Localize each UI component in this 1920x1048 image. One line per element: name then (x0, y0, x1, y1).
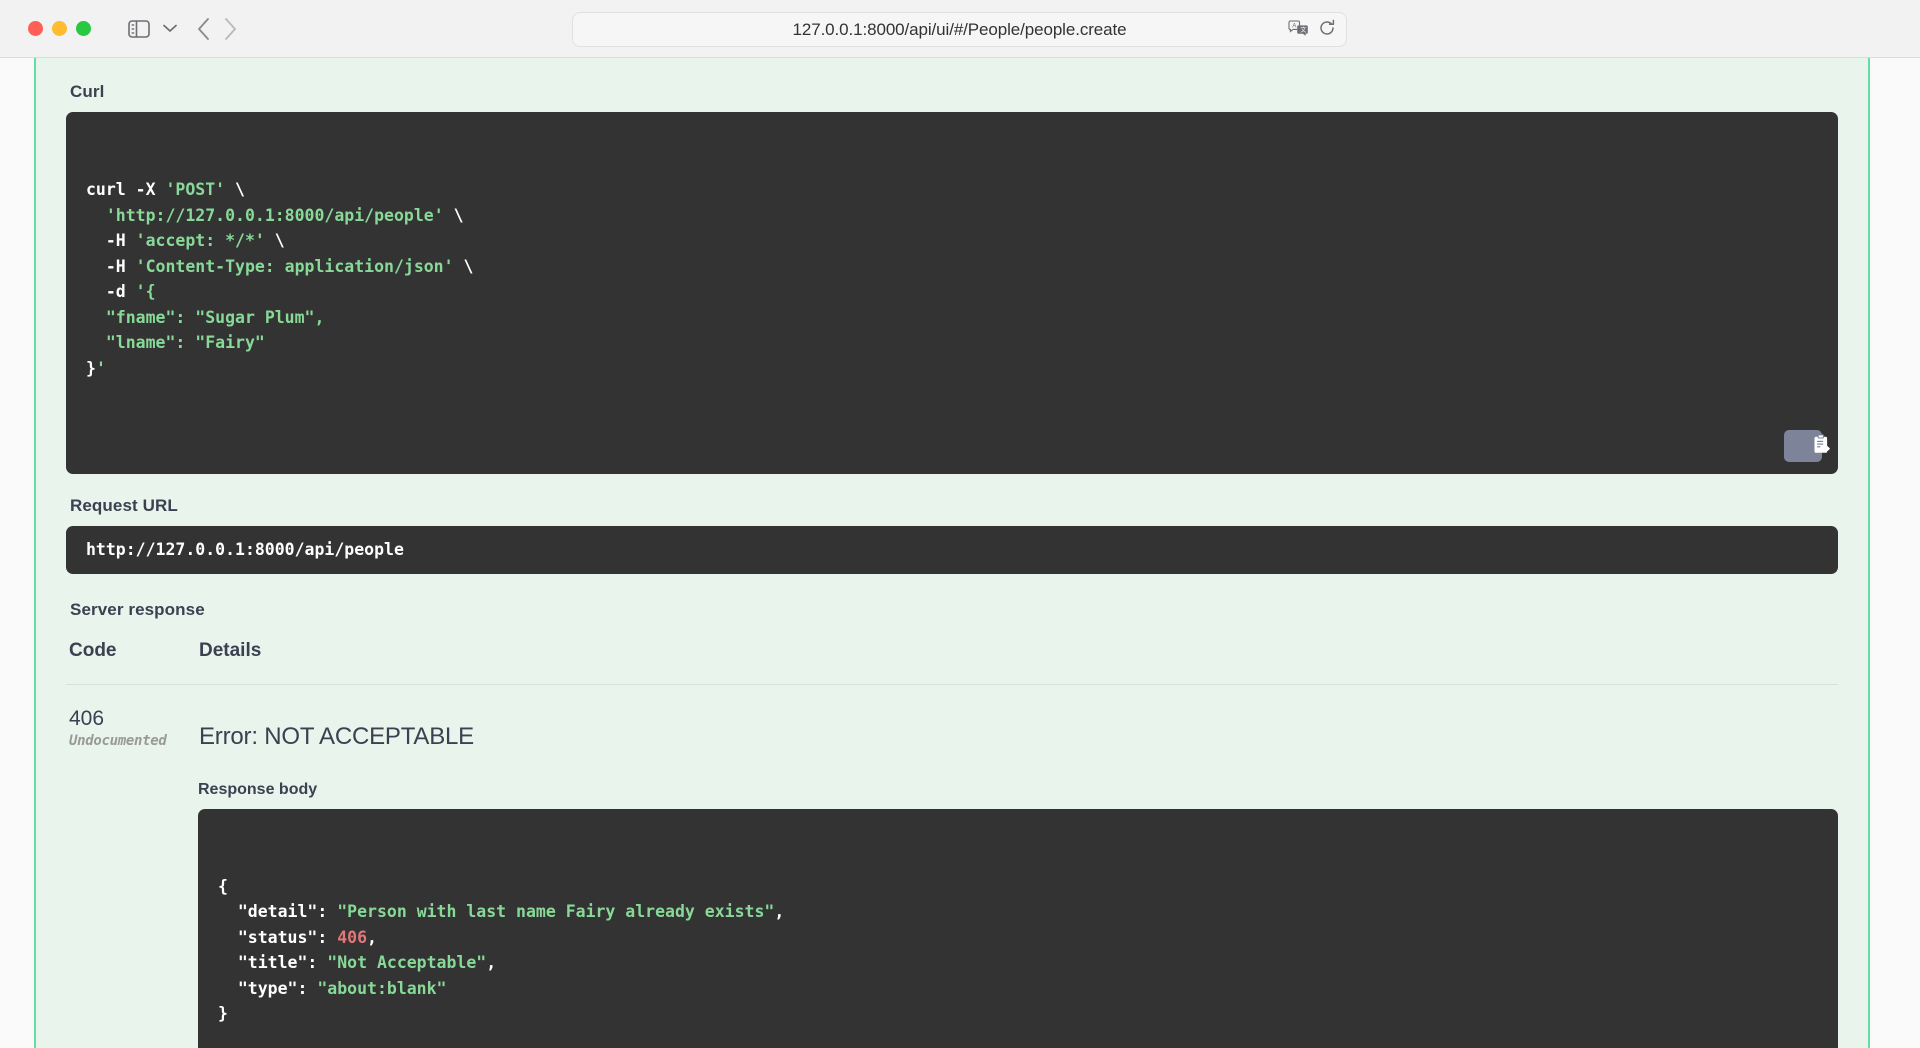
column-header-details: Details (199, 640, 1838, 662)
reload-icon[interactable] (1318, 19, 1336, 42)
url-text: 127.0.0.1:8000/api/ui/#/People/people.cr… (793, 20, 1127, 40)
code-line: } (218, 1001, 1818, 1027)
server-response-section-label: Server response (70, 600, 1838, 620)
response-undocumented-note: Undocumented (69, 731, 199, 751)
page-viewport: Curl curl -X 'POST' \ 'http://127.0.0.1:… (0, 58, 1920, 1048)
curl-section-label: Curl (70, 82, 1838, 102)
maximize-window-button[interactable] (76, 21, 91, 36)
response-code-cell: 406 Undocumented (66, 707, 199, 751)
chevron-down-icon[interactable] (157, 17, 183, 41)
response-details-cell: Error: NOT ACCEPTABLE (199, 707, 1838, 751)
server-response-table: Code Details 406 Undocumented Error: NOT… (66, 640, 1838, 751)
swagger-operation-response-panel: Curl curl -X 'POST' \ 'http://127.0.0.1:… (34, 58, 1870, 1048)
table-header-row: Code Details (66, 640, 1838, 685)
response-detail-body-wrap: Response body { "detail": "Person with l… (66, 781, 1838, 1048)
address-bar-icons: A 文 (1288, 13, 1336, 48)
code-line: 'http://127.0.0.1:8000/api/people' \ (86, 203, 1818, 229)
code-line: "type": "about:blank" (218, 976, 1818, 1002)
code-line: -d '{ (86, 279, 1818, 305)
code-line: }' (86, 356, 1818, 382)
svg-text:A: A (1292, 22, 1297, 29)
sidebar-toggle-icon[interactable] (125, 17, 153, 41)
code-line: { (218, 874, 1818, 900)
browser-chrome: 127.0.0.1:8000/api/ui/#/People/people.cr… (0, 0, 1920, 58)
response-error-title: Error: NOT ACCEPTABLE (199, 723, 1838, 751)
window-traffic-lights (28, 21, 91, 36)
code-line: curl -X 'POST' \ (86, 177, 1818, 203)
code-line: "detail": "Person with last name Fairy a… (218, 899, 1818, 925)
back-arrow-icon[interactable] (197, 18, 210, 40)
minimize-window-button[interactable] (52, 21, 67, 36)
svg-text:文: 文 (1300, 26, 1306, 34)
forward-arrow-icon[interactable] (224, 18, 237, 40)
response-status-code: 406 (69, 707, 199, 731)
address-bar[interactable]: 127.0.0.1:8000/api/ui/#/People/people.cr… (572, 12, 1347, 47)
code-line: "title": "Not Acceptable", (218, 950, 1818, 976)
response-body-text: { "detail": "Person with last name Fairy… (218, 874, 1818, 1027)
response-body-block: { "detail": "Person with last name Fairy… (198, 809, 1838, 1048)
code-line: -H 'accept: */*' \ (86, 228, 1818, 254)
column-header-code: Code (66, 640, 199, 662)
curl-command-text: curl -X 'POST' \ 'http://127.0.0.1:8000/… (86, 177, 1818, 381)
curl-command-block: curl -X 'POST' \ 'http://127.0.0.1:8000/… (66, 112, 1838, 474)
response-body-label: Response body (198, 781, 1838, 799)
request-url-section-label: Request URL (70, 496, 1838, 516)
navigation-buttons (197, 18, 237, 40)
copy-to-clipboard-icon (1774, 419, 1831, 473)
translate-icon[interactable]: A 文 (1288, 20, 1309, 42)
copy-curl-button[interactable] (1784, 430, 1822, 462)
code-line: "lname": "Fairy" (86, 330, 1818, 356)
close-window-button[interactable] (28, 21, 43, 36)
code-line: "status": 406, (218, 925, 1818, 951)
code-line: "fname": "Sugar Plum", (86, 305, 1818, 331)
request-url-block: http://127.0.0.1:8000/api/people (66, 526, 1838, 574)
code-line: -H 'Content-Type: application/json' \ (86, 254, 1818, 280)
request-url-value: http://127.0.0.1:8000/api/people (86, 537, 404, 563)
table-row: 406 Undocumented Error: NOT ACCEPTABLE (66, 685, 1838, 751)
